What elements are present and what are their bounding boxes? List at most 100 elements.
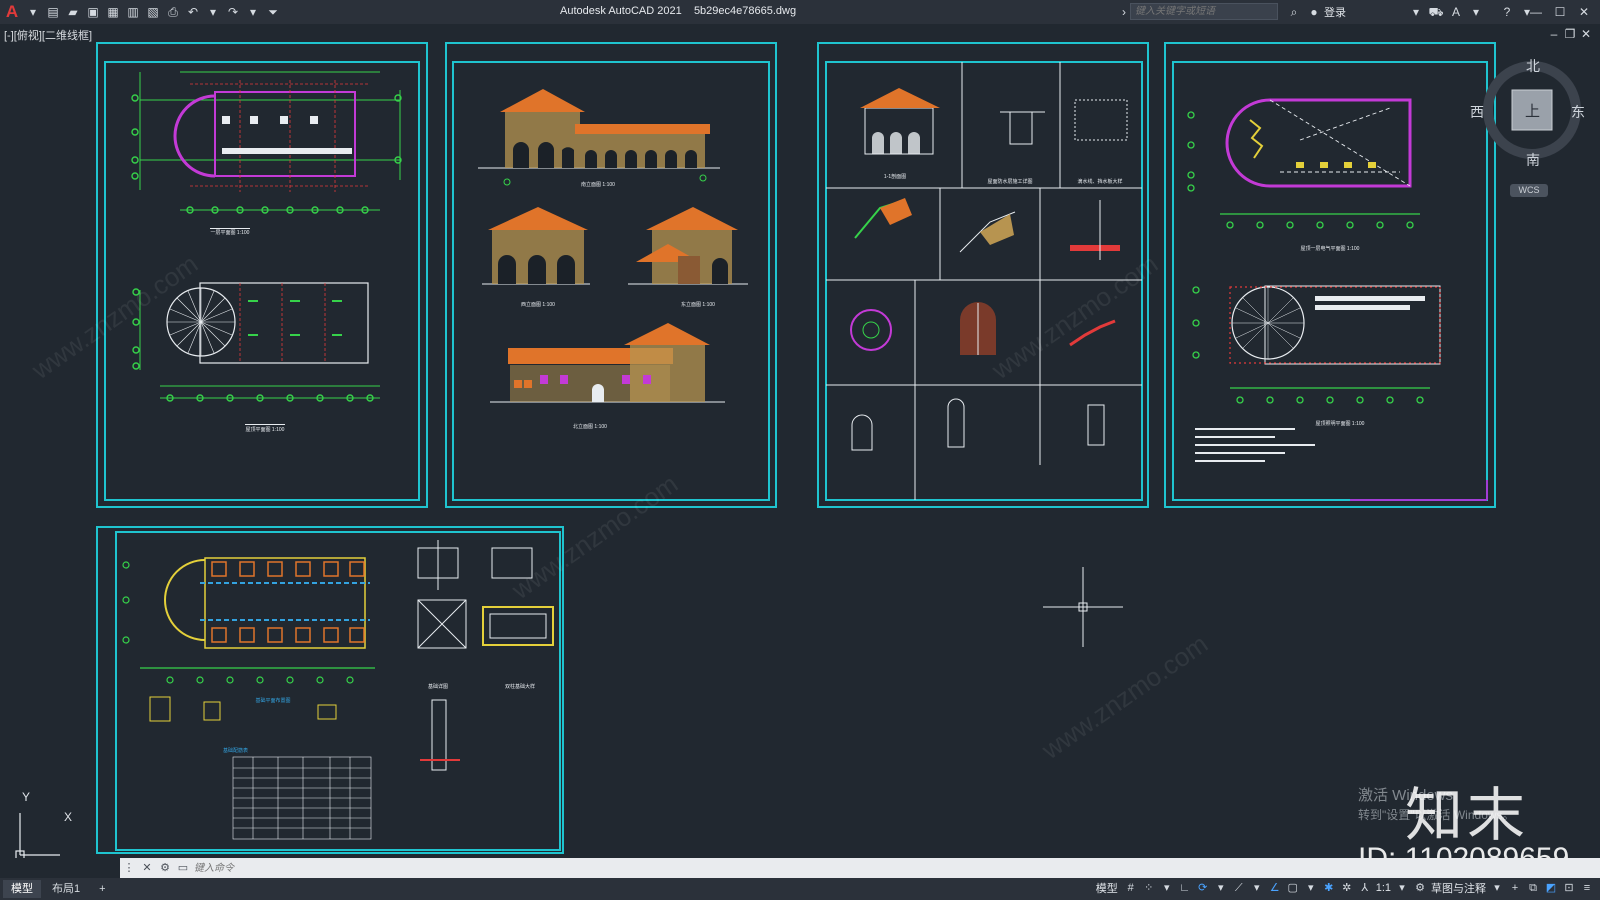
ucs-x-label: X <box>64 810 73 824</box>
status-bar: 模型 布局1 + 模型 # ⁘ ▾ ∟ ⟳ ▾ ⟋ ▾ ∠ ▢ ▾ ✱ ✲ ⅄ … <box>0 878 1600 900</box>
label-floor-plan: 一层平面图 1:100 <box>211 230 250 236</box>
expand-arrow-icon[interactable]: › <box>1119 3 1129 21</box>
label-electric-plan: 屋顶一层电气平面图 1:100 <box>1301 245 1360 252</box>
brand-watermark: 知末 <box>1405 783 1530 848</box>
drawing-canvas[interactable]: 一层平面图 1:100 屋顶平面图 1:100 南立面图 1:100 西立面图 … <box>0 40 1600 858</box>
watermark-site-1: www.znzmo.com <box>25 248 203 385</box>
search-input[interactable] <box>1130 3 1278 20</box>
watermark-site-3: www.znzmo.com <box>985 248 1163 385</box>
ucs-icon <box>15 813 60 858</box>
open-web-icon[interactable]: ▥ <box>124 3 142 21</box>
label-west-elevation: 西立面图 1:100 <box>521 301 555 308</box>
sheet3-details <box>826 62 1142 500</box>
autocad-logo-icon[interactable]: A <box>2 2 22 22</box>
cart-icon[interactable]: ⛟ <box>1427 3 1445 21</box>
window-controls: — ☐ ✕ <box>1524 3 1596 21</box>
customize-toolbar-icon[interactable]: ⏷ <box>264 3 282 21</box>
redo-dropdown-icon[interactable]: ▾ <box>244 3 262 21</box>
login-button[interactable]: 登录 <box>1324 4 1346 20</box>
compass-east[interactable]: 东 <box>1571 102 1585 122</box>
doc-close-icon[interactable]: ✕ <box>1579 27 1593 41</box>
ortho-icon[interactable]: ∟ <box>1177 880 1193 896</box>
a360-dropdown-icon[interactable]: ▾ <box>1467 3 1485 21</box>
annotation-scale-value[interactable]: 1:1 <box>1376 882 1391 894</box>
help-icon[interactable]: ? <box>1498 3 1516 21</box>
tab-layout1[interactable]: 布局1 <box>44 880 88 898</box>
undo-dropdown-icon[interactable]: ▾ <box>204 3 222 21</box>
isolate-objects-icon[interactable]: ◩ <box>1543 880 1559 896</box>
status-tools: 模型 # ⁘ ▾ ∟ ⟳ ▾ ⟋ ▾ ∠ ▢ ▾ ✱ ✲ ⅄ 1:1 ▾ ⚙ 草… <box>1096 880 1596 896</box>
doc-restore-icon[interactable]: ❐ <box>1563 27 1577 41</box>
customize-wrench-icon[interactable]: ⚙ <box>157 860 173 876</box>
label-waterproof: 屋面防水层施工详图 <box>987 178 1032 185</box>
snap-icon[interactable]: ⁘ <box>1141 880 1157 896</box>
model-space-toggle[interactable]: 模型 <box>1096 880 1118 896</box>
label-foundation-plan: 基础平面布置图 <box>255 697 290 704</box>
command-history-icon[interactable]: ▭ <box>175 860 191 876</box>
compass-north[interactable]: 北 <box>1526 56 1540 76</box>
polar-tracking-icon[interactable]: ⟳ <box>1195 880 1211 896</box>
open-folder-icon[interactable]: ▰ <box>64 3 82 21</box>
sheet2-south-elevation: 南立面图 1:100 <box>478 89 720 188</box>
maximize-icon[interactable]: ☐ <box>1549 3 1571 21</box>
annotation-visibility-icon[interactable]: ✱ <box>1321 880 1337 896</box>
login-dropdown-icon[interactable]: ▾ <box>1407 3 1425 21</box>
save-icon[interactable]: ▣ <box>84 3 102 21</box>
annotation-scale-icon[interactable]: ⅄ <box>1357 880 1373 896</box>
save-web-icon[interactable]: ▧ <box>144 3 162 21</box>
units-icon[interactable]: ⧉ <box>1525 880 1541 896</box>
grid-icon[interactable]: # <box>1123 880 1139 896</box>
crosshair-cursor <box>1043 567 1123 647</box>
isodraft-dropdown-icon[interactable]: ▾ <box>1249 880 1265 896</box>
undo-icon[interactable]: ↶ <box>184 3 202 21</box>
print-icon[interactable]: ⎙ <box>164 3 182 21</box>
document-window-controls: – ❐ ✕ <box>1546 27 1594 41</box>
sheet1-floor-plan: 一层平面图 1:100 <box>131 71 402 236</box>
menu-dropdown-icon[interactable]: ▾ <box>24 3 42 21</box>
compass-west[interactable]: 西 <box>1470 102 1484 122</box>
sheet1-roof-plan: 屋顶平面图 1:100 <box>132 282 380 433</box>
customization-menu-icon[interactable]: ≡ <box>1579 880 1595 896</box>
file-name: 5b29ec4e78665.dwg <box>693 5 797 17</box>
compass-south[interactable]: 南 <box>1526 150 1540 170</box>
watermark-site-4: www.znzmo.com <box>1035 628 1213 765</box>
title-bar: A ▾ ▤ ▰ ▣ ▦ ▥ ▧ ⎙ ↶ ▾ ↷ ▾ ⏷ Autodesk Aut… <box>0 0 1600 24</box>
viewcube-top-face[interactable]: 上 <box>1525 100 1540 121</box>
command-input[interactable] <box>192 861 796 875</box>
workspace-switch[interactable]: 草图与注释 <box>1431 880 1486 896</box>
scale-dropdown-icon[interactable]: ▾ <box>1394 880 1410 896</box>
add-layout-button[interactable]: + <box>91 880 113 898</box>
object-snap-icon[interactable]: ▢ <box>1285 880 1301 896</box>
close-command-icon[interactable]: ✕ <box>139 860 155 876</box>
sheet5-foundation: 基础平面布置图 基础详图 双柱基础大样 基础配筋表 <box>122 540 554 840</box>
polar-dropdown-icon[interactable]: ▾ <box>1213 880 1229 896</box>
clean-screen-icon[interactable]: ⊡ <box>1561 880 1577 896</box>
user-icon[interactable]: ● <box>1305 3 1323 21</box>
drawing-svg: 一层平面图 1:100 屋顶平面图 1:100 南立面图 1:100 西立面图 … <box>15 42 1496 858</box>
doc-minimize-icon[interactable]: – <box>1547 27 1561 41</box>
minimize-icon[interactable]: — <box>1525 3 1547 21</box>
label-double-column: 双柱基础大样 <box>505 683 535 690</box>
isodraft-icon[interactable]: ⟋ <box>1231 880 1247 896</box>
label-north-elevation: 北立面图 1:100 <box>573 423 607 430</box>
search-icon[interactable]: ⌕ <box>1285 3 1303 21</box>
snap-dropdown-icon[interactable]: ▾ <box>1159 880 1175 896</box>
label-east-elevation: 东立面图 1:100 <box>681 301 715 308</box>
close-icon[interactable]: ✕ <box>1573 3 1595 21</box>
sheet4-electrical-plan: 屋顶一层电气平面图 1:100 <box>1187 98 1420 252</box>
save-as-icon[interactable]: ▦ <box>104 3 122 21</box>
tab-model[interactable]: 模型 <box>3 880 41 898</box>
workspace-gear-icon[interactable]: ⚙ <box>1412 880 1428 896</box>
object-snap-dropdown-icon[interactable]: ▾ <box>1303 880 1319 896</box>
drag-handle-icon[interactable]: ⋮ <box>121 860 137 876</box>
workspace-dropdown-icon[interactable]: ▾ <box>1489 880 1505 896</box>
label-roof-plan: 屋顶平面图 1:100 <box>246 427 285 433</box>
new-file-icon[interactable]: ▤ <box>44 3 62 21</box>
a360-icon[interactable]: A <box>1447 3 1465 21</box>
plus-icon[interactable]: + <box>1507 880 1523 896</box>
redo-icon[interactable]: ↷ <box>224 3 242 21</box>
wcs-menu[interactable]: WCS <box>1510 184 1548 197</box>
object-snap-tracking-icon[interactable]: ∠ <box>1267 880 1283 896</box>
auto-scale-icon[interactable]: ✲ <box>1339 880 1355 896</box>
viewcube[interactable]: 北 南 东 西 上 <box>1470 52 1586 202</box>
